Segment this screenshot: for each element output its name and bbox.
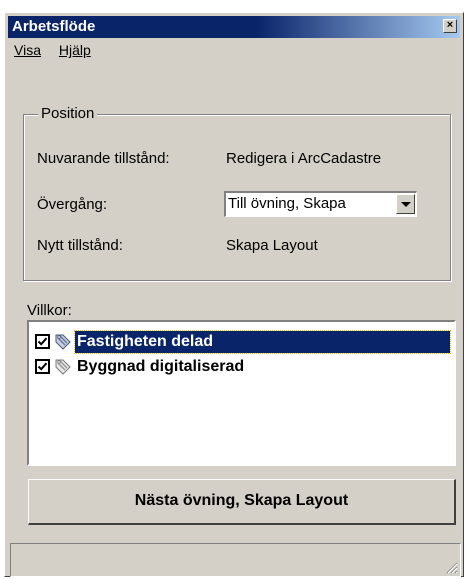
condition-text: Byggnad digitaliserad: [77, 358, 245, 375]
transition-select[interactable]: Till övning, Skapa: [224, 191, 417, 217]
resize-grip-icon[interactable]: [444, 560, 458, 574]
window-title: Arbetsflöde: [12, 18, 96, 35]
close-button[interactable]: ×: [443, 19, 457, 33]
condition-text: Fastigheten delad: [74, 330, 451, 354]
transition-select-value: Till övning, Skapa: [228, 195, 346, 212]
condition-item[interactable]: Fastigheten delad: [31, 330, 451, 354]
current-state-value: Redigera i ArcCadastre: [226, 150, 382, 167]
menu-bar: Visa Hjälp: [8, 39, 460, 61]
position-legend: Position: [38, 105, 98, 123]
new-state-value: Skapa Layout: [226, 237, 318, 254]
menu-visa[interactable]: Visa: [8, 39, 49, 61]
condition-checkbox[interactable]: [35, 334, 50, 349]
title-bar[interactable]: Arbetsflöde ×: [8, 16, 460, 38]
menu-hjalp-label: Hjälp: [58, 42, 91, 58]
check-icon: [37, 337, 48, 346]
status-bar: [10, 543, 461, 577]
tag-icon: [55, 334, 71, 350]
transition-label: Övergång:: [37, 196, 108, 213]
menu-hjalp[interactable]: Hjälp: [53, 39, 99, 61]
next-step-button[interactable]: Nästa övning, Skapa Layout: [28, 479, 456, 525]
check-icon: [37, 362, 48, 371]
close-icon: ×: [446, 19, 454, 31]
chevron-down-icon: [401, 202, 411, 207]
conditions-listbox[interactable]: Fastigheten delad Byggnad digitaliserad: [27, 320, 456, 466]
conditions-label: Villkor:: [27, 302, 72, 319]
new-state-label: Nytt tillstånd:: [37, 237, 123, 254]
current-state-label: Nuvarande tillstånd:: [37, 150, 170, 167]
menu-visa-label: Visa: [14, 42, 41, 58]
condition-checkbox[interactable]: [35, 359, 50, 374]
condition-item[interactable]: Byggnad digitaliserad: [31, 356, 450, 378]
tag-icon: [55, 359, 71, 375]
transition-dropdown-button[interactable]: [396, 194, 415, 214]
